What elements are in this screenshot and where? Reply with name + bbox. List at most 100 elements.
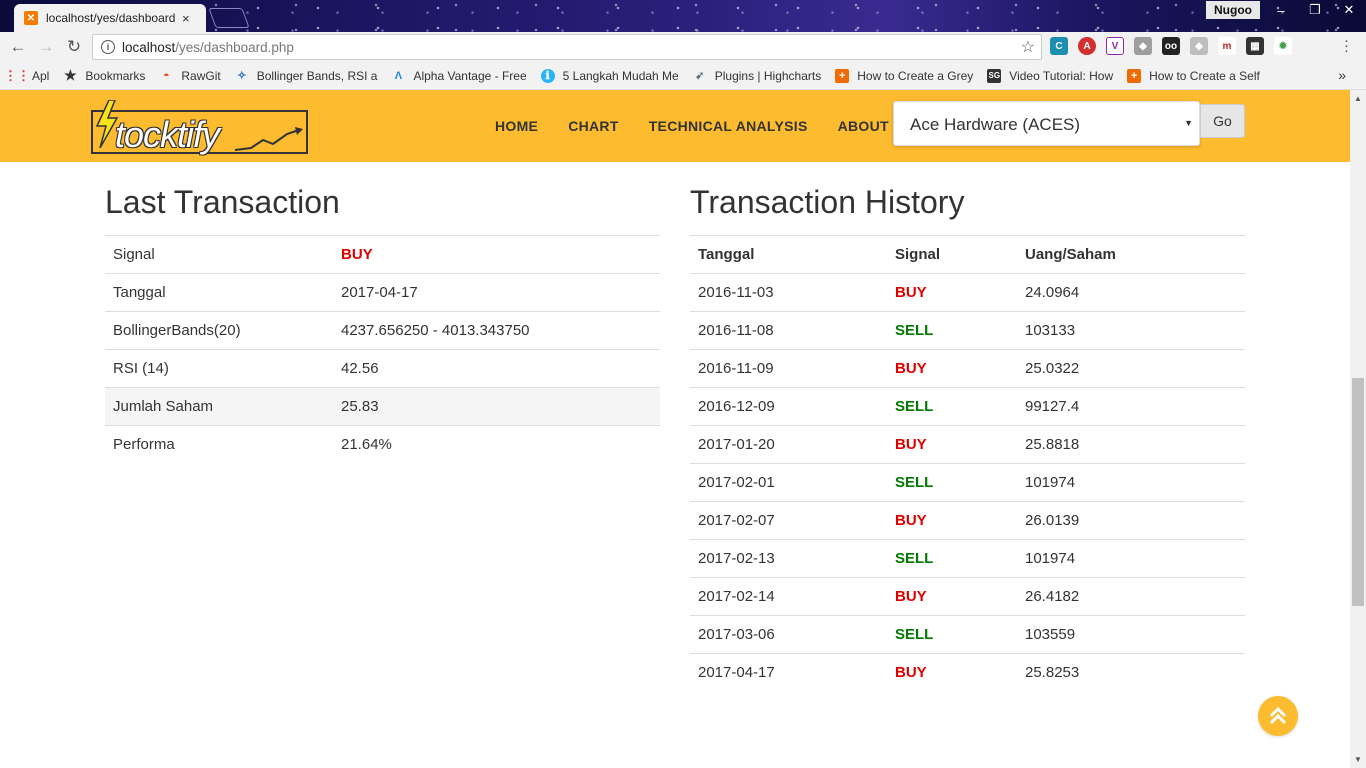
date-cell: 2017-02-14: [690, 577, 887, 616]
info-icon[interactable]: i: [101, 40, 115, 54]
signal-cell: BUY: [887, 425, 1017, 464]
tab-title: localhost/yes/dashboard: [46, 11, 176, 25]
row-label: Performa: [105, 425, 333, 464]
shield-extension-icon[interactable]: V: [1106, 37, 1124, 55]
scroll-up-icon[interactable]: ▲: [1354, 94, 1362, 103]
bookmark-item[interactable]: ◓ RawGit: [159, 69, 221, 83]
column-header: Tanggal: [690, 235, 887, 274]
site-navbar: tocktify HOME CHART TECHNICAL ANALYSIS A…: [0, 90, 1350, 162]
row-value: 4237.656250 - 4013.343750: [333, 311, 660, 350]
back-arrow-icon[interactable]: ←: [4, 33, 32, 61]
stocktify-logo[interactable]: tocktify: [91, 100, 308, 155]
new-tab-button[interactable]: [208, 8, 250, 28]
page-viewport: tocktify HOME CHART TECHNICAL ANALYSIS A…: [0, 90, 1350, 768]
minimize-icon[interactable]: –: [1264, 0, 1298, 20]
window-controls: Nugoo – ❐ ✕: [1206, 0, 1366, 20]
bollinger-icon: ✧: [237, 70, 247, 82]
date-cell: 2017-02-13: [690, 539, 887, 578]
date-cell: 2017-02-07: [690, 501, 887, 540]
signal-cell: SELL: [887, 539, 1017, 578]
address-bar[interactable]: i localhost/yes/dashboard.php ☆: [92, 34, 1042, 60]
row-label: Jumlah Saham: [105, 387, 333, 426]
restore-icon[interactable]: ❐: [1298, 0, 1332, 20]
bookmark-item[interactable]: ➶ Plugins | Highcharts: [693, 69, 821, 83]
plus-page-icon: +: [1127, 68, 1142, 83]
bookmark-star-icon[interactable]: ☆: [1021, 37, 1035, 57]
bookmark-item[interactable]: ⋮⋮ Apl: [4, 68, 49, 83]
table-row: 2016-11-09 BUY 25.0322: [690, 349, 1245, 388]
scroll-to-top-button[interactable]: [1258, 696, 1298, 736]
adblock-icon[interactable]: A: [1078, 37, 1096, 55]
row-value: 25.83: [333, 387, 660, 426]
mega-extension-icon[interactable]: m: [1218, 37, 1236, 55]
scroll-down-icon[interactable]: ▼: [1354, 755, 1362, 764]
logo-text: tocktify: [115, 114, 220, 155]
bookmark-item[interactable]: ✧ Bollinger Bands, RSI a: [235, 69, 377, 83]
bookmark-item[interactable]: ★ Bookmarks: [63, 67, 145, 83]
nav-home[interactable]: HOME: [480, 116, 553, 136]
bookmarks-bar: ⋮⋮ Apl ★ Bookmarks ◓ RawGit ✧ Bollinger …: [0, 62, 1366, 90]
signal-cell: BUY: [887, 501, 1017, 540]
date-cell: 2016-11-03: [690, 273, 887, 312]
row-value: BUY: [333, 235, 660, 274]
browser-menu-icon[interactable]: · · ·: [1344, 33, 1349, 58]
page-scrollbar[interactable]: ▲ ▼: [1350, 90, 1366, 768]
date-cell: 2016-11-09: [690, 349, 887, 388]
trend-chart-icon: [234, 127, 303, 151]
langkah-icon: ℹ: [540, 68, 555, 83]
signal-cell: SELL: [887, 615, 1017, 654]
date-cell: 2016-11-08: [690, 311, 887, 350]
url-text: localhost/yes/dashboard.php: [122, 39, 294, 55]
bookmark-item[interactable]: SG Video Tutorial: How: [987, 68, 1113, 83]
tab-close-icon[interactable]: ×: [182, 11, 190, 26]
extension-6-icon[interactable]: ◆: [1190, 37, 1208, 55]
table-header-row: Tanggal Signal Uang/Saham: [690, 235, 1245, 274]
bookmark-item[interactable]: + How to Create a Grey: [835, 68, 973, 83]
bookmarks-overflow-icon[interactable]: »: [1338, 67, 1346, 83]
bookmark-item[interactable]: + How to Create a Self: [1127, 68, 1260, 83]
reload-icon[interactable]: ↻: [60, 33, 88, 61]
extension-8-icon[interactable]: ▦: [1246, 37, 1264, 55]
column-header: Uang/Saham: [1017, 235, 1245, 274]
signal-cell: SELL: [887, 311, 1017, 350]
last-transaction-table: Signal BUY Tanggal 2017-04-17 BollingerBands…: [105, 235, 660, 464]
settings-gear-extension-icon[interactable]: ✹: [1274, 37, 1292, 55]
table-row: Jumlah Saham 25.83: [105, 387, 660, 426]
scrollbar-thumb[interactable]: [1352, 378, 1364, 606]
stock-select[interactable]: Ace Hardware (ACES) ▼: [893, 101, 1200, 146]
table-row: Tanggal 2017-04-17: [105, 273, 660, 312]
transaction-history-table: Tanggal Signal Uang/Saham 2016-11-03 BUY 24.…: [690, 235, 1245, 692]
row-label: Signal: [105, 235, 333, 274]
table-row: 2016-11-08 SELL 103133: [690, 311, 1245, 350]
nav-about[interactable]: ABOUT: [823, 116, 904, 136]
value-cell: 99127.4: [1017, 387, 1245, 426]
table-row: 2017-02-13 SELL 101974: [690, 539, 1245, 578]
plus-page-icon: +: [835, 68, 850, 83]
bookmark-item[interactable]: Λ Alpha Vantage - Free: [391, 69, 527, 83]
row-label: RSI (14): [105, 349, 333, 388]
bookmark-item[interactable]: ℹ 5 Langkah Mudah Me: [540, 68, 679, 83]
nav-chart[interactable]: CHART: [553, 116, 634, 136]
xampp-favicon-icon: ✕: [24, 11, 38, 25]
extension-4-icon[interactable]: ◆: [1134, 37, 1152, 55]
browser-tab[interactable]: ✕ localhost/yes/dashboard ×: [14, 4, 206, 32]
rawgit-icon: ◓: [163, 69, 170, 82]
nav-technical-analysis[interactable]: TECHNICAL ANALYSIS: [634, 116, 823, 136]
table-row: 2016-11-03 BUY 24.0964: [690, 273, 1245, 312]
signal-cell: BUY: [887, 577, 1017, 616]
table-row: 2016-12-09 SELL 99127.4: [690, 387, 1245, 426]
extension-5-icon[interactable]: oo: [1162, 37, 1180, 55]
signal-cell: SELL: [887, 387, 1017, 426]
date-cell: 2017-03-06: [690, 615, 887, 654]
profile-badge[interactable]: Nugoo: [1206, 1, 1260, 19]
extension-1-icon[interactable]: C: [1050, 37, 1068, 55]
forward-arrow-icon[interactable]: →: [32, 33, 60, 61]
value-cell: 26.4182: [1017, 577, 1245, 616]
close-window-icon[interactable]: ✕: [1332, 0, 1366, 20]
value-cell: 24.0964: [1017, 273, 1245, 312]
value-cell: 25.8253: [1017, 653, 1245, 692]
table-row: RSI (14) 42.56: [105, 349, 660, 388]
row-label: Tanggal: [105, 273, 333, 312]
go-button[interactable]: Go: [1200, 104, 1245, 138]
alpha-vantage-icon: Λ: [394, 69, 403, 82]
